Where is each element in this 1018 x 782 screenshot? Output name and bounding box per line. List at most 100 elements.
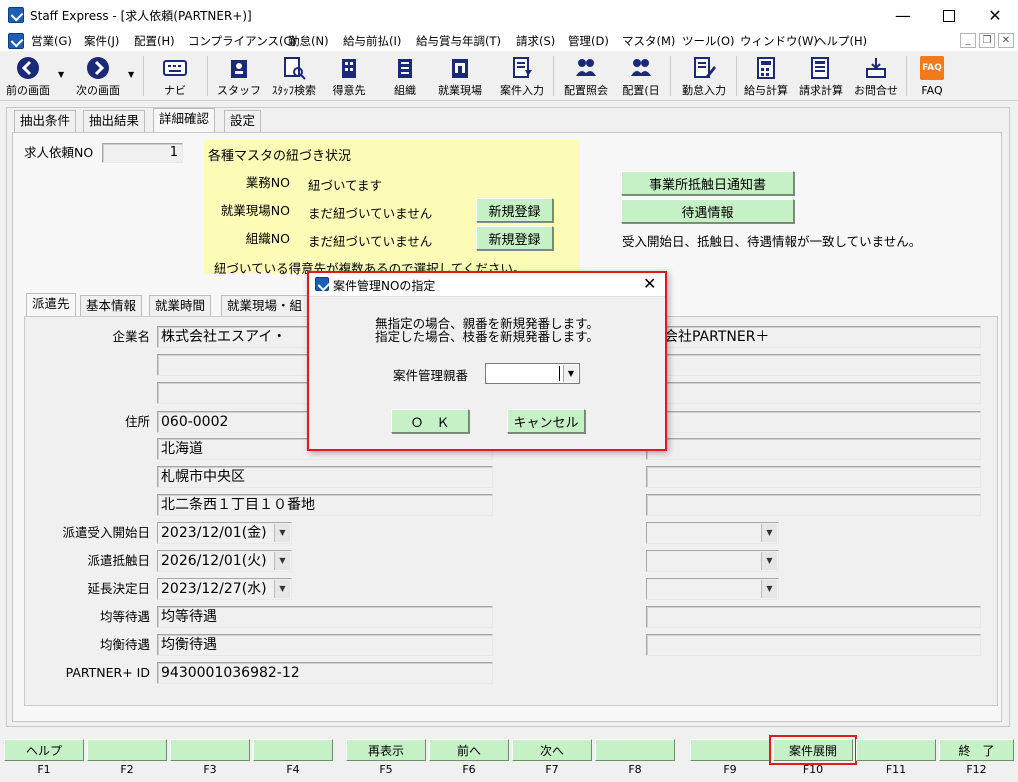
fkey-f9-button[interactable]: [690, 739, 770, 761]
ok-button[interactable]: Ｏ Ｋ: [391, 409, 469, 433]
partner-id-field[interactable]: 9430001036982-12: [157, 662, 493, 684]
request-no-field[interactable]: 1: [102, 143, 183, 163]
right-field[interactable]: [646, 494, 981, 516]
menu-seikyu[interactable]: 請求(S): [516, 32, 555, 50]
case-input-button[interactable]: 案件入力: [494, 54, 550, 98]
start-date-combo[interactable]: 2023/12/01(金) ▼: [157, 522, 292, 544]
workplace-button[interactable]: 就業現場: [432, 54, 488, 98]
tab-extract-condition[interactable]: 抽出条件: [14, 110, 77, 132]
keyboard-icon: [163, 56, 187, 80]
menu-anken[interactable]: 案件(J): [84, 32, 119, 50]
parent-no-combo[interactable]: ▼: [485, 363, 580, 384]
navi-button[interactable]: ナビ: [152, 54, 198, 98]
tab-settings[interactable]: 設定: [224, 110, 262, 132]
request-no-label: 求人依頼NO: [24, 145, 94, 160]
workplace-register-button[interactable]: 新規登録: [476, 198, 553, 222]
fkey-f2-button[interactable]: [87, 739, 167, 761]
fkey-f7-button[interactable]: 次へ: [512, 739, 592, 761]
chevron-down-icon[interactable]: ▼: [274, 580, 290, 598]
forward-dropdown-icon[interactable]: ▼: [128, 70, 134, 79]
fkey-f8-button[interactable]: [595, 739, 675, 761]
right-date-combo[interactable]: ▼: [646, 550, 779, 572]
forward-button[interactable]: 次の画面: [70, 54, 126, 98]
billing-button[interactable]: 請求計算: [794, 54, 848, 98]
menu-kyuyo[interactable]: 給与賞与年調(T): [416, 32, 501, 50]
fkey-f4-button[interactable]: [253, 739, 333, 761]
street-field[interactable]: 北二条西１丁目１０番地: [157, 494, 493, 516]
payroll-button[interactable]: 給与計算: [740, 54, 792, 98]
org-button[interactable]: 組織: [382, 54, 428, 98]
cancel-button[interactable]: キャンセル: [507, 409, 585, 433]
menu-compliance[interactable]: コンプライアンス(C): [188, 32, 296, 50]
right-date-combo[interactable]: ▼: [646, 578, 779, 600]
conflict-date-combo[interactable]: 2026/12/01(火) ▼: [157, 550, 292, 572]
right-field[interactable]: [646, 634, 981, 656]
mdi-restore-button[interactable]: ❐: [979, 33, 995, 48]
staff-search-button[interactable]: ｽﾀｯﾌ検索: [264, 54, 324, 98]
fkey-f12-button[interactable]: 終 了: [939, 739, 1014, 761]
extend-date-combo[interactable]: 2023/12/27(水) ▼: [157, 578, 292, 600]
right-field[interactable]: [646, 606, 981, 628]
fkey-f10-button[interactable]: 案件展開: [769, 735, 857, 765]
chevron-down-icon[interactable]: ▼: [563, 365, 578, 382]
menu-kanri[interactable]: 管理(D): [568, 32, 609, 50]
menu-tool[interactable]: ツール(O): [682, 32, 735, 50]
chevron-down-icon[interactable]: ▼: [274, 552, 290, 570]
chevron-down-icon[interactable]: ▼: [761, 552, 777, 570]
start-date-label: 派遣受入開始日: [62, 525, 150, 540]
fkey-f11-button[interactable]: [856, 739, 936, 761]
fkey-f1-button[interactable]: ヘルプ: [4, 739, 84, 761]
chevron-down-icon[interactable]: ▼: [761, 580, 777, 598]
master-row-status: まだ紐づいていません: [308, 206, 433, 221]
inquiry-button[interactable]: お問合せ: [850, 54, 902, 98]
faq-button[interactable]: FAQ FAQ: [912, 54, 952, 98]
menu-window[interactable]: ウィンドウ(W): [740, 32, 818, 50]
menu-kintai[interactable]: 勤怠(N): [288, 32, 329, 50]
right-field[interactable]: [646, 354, 981, 376]
company-right-field[interactable]: 式会社PARTNER＋: [646, 326, 981, 348]
minimize-button[interactable]: —: [880, 0, 926, 31]
dialog-close-icon[interactable]: ✕: [643, 274, 656, 293]
right-date-combo[interactable]: ▼: [646, 522, 779, 544]
tab-detail[interactable]: 詳細確認: [153, 108, 216, 132]
maximize-button[interactable]: [926, 0, 972, 31]
close-button[interactable]: ✕: [972, 0, 1018, 31]
fkey-f6-button[interactable]: 前へ: [429, 739, 509, 761]
menu-maebarai[interactable]: 給与前払(I): [343, 32, 401, 50]
right-field[interactable]: [646, 438, 981, 460]
mdi-minimize-button[interactable]: _: [960, 33, 976, 48]
attendance-input-button[interactable]: 勤怠入力: [676, 54, 732, 98]
right-field[interactable]: [646, 411, 981, 433]
treatment-info-button[interactable]: 待遇情報: [621, 199, 794, 223]
mdi-close-button[interactable]: ✕: [998, 33, 1014, 48]
conflict-date-label: 派遣抵触日: [87, 553, 150, 568]
tab-basic-info[interactable]: 基本情報: [80, 295, 143, 317]
tab-extract-result[interactable]: 抽出結果: [83, 110, 146, 132]
balance-treatment-field[interactable]: 均衡待遇: [157, 634, 493, 656]
chevron-down-icon[interactable]: ▼: [274, 524, 290, 542]
client-button[interactable]: 得意先: [326, 54, 372, 98]
city-field[interactable]: 札幌市中央区: [157, 466, 493, 488]
menu-help[interactable]: ヘルプ(H): [815, 32, 867, 50]
right-field[interactable]: [646, 466, 981, 488]
tab-dispatch-dest[interactable]: 派遣先: [26, 293, 76, 317]
menu-haichi[interactable]: 配置(H): [134, 32, 175, 50]
menu-eigyo[interactable]: 営業(G): [31, 32, 72, 50]
fkey-label: F6: [462, 763, 476, 776]
tab-work-hours[interactable]: 就業時間: [149, 295, 212, 317]
fkey-f5-button[interactable]: 再表示: [346, 739, 426, 761]
office-notice-button[interactable]: 事業所抵触日通知書: [621, 171, 794, 195]
chevron-down-icon[interactable]: ▼: [761, 524, 777, 542]
assign-day-button[interactable]: 配置(日: [616, 54, 666, 98]
fkey-f3-button[interactable]: [170, 739, 250, 761]
staff-button[interactable]: スタッフ: [216, 54, 262, 98]
menu-master[interactable]: マスタ(M): [622, 32, 675, 50]
assign-inquiry-button[interactable]: 配置照会: [558, 54, 614, 98]
tab-workplace-org[interactable]: 就業現場・組: [221, 295, 309, 317]
org-register-button[interactable]: 新規登録: [476, 226, 553, 250]
right-field[interactable]: [646, 382, 981, 404]
back-dropdown-icon[interactable]: ▼: [58, 70, 64, 79]
back-button[interactable]: 前の画面: [2, 54, 54, 98]
title-bar: Staff Express - [求人依頼(PARTNER+)] — ✕: [0, 0, 1018, 31]
equal-treatment-field[interactable]: 均等待遇: [157, 606, 493, 628]
